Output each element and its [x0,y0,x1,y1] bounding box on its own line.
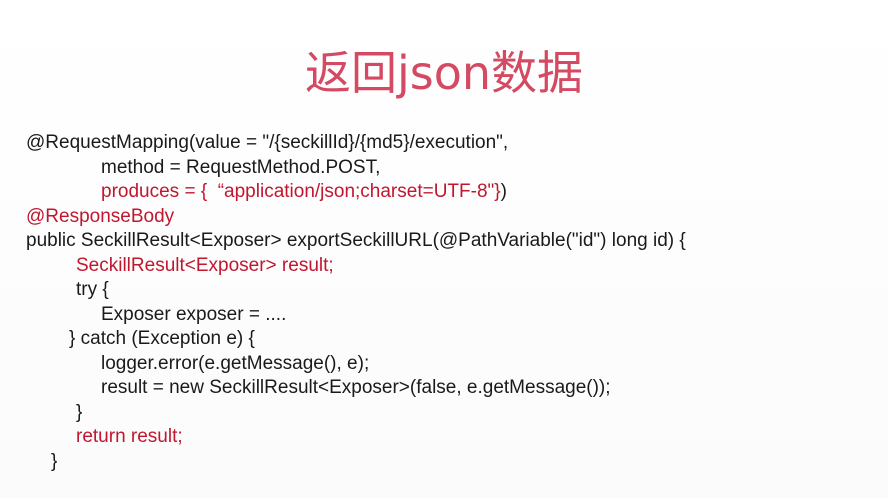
code-line-method-signature: public SeckillResult<Exposer> exportSeck… [26,230,686,251]
code-line-request-mapping: @RequestMapping(value = "/{seckillId}/{m… [26,132,509,153]
code-line-exposer: Exposer exposer = .... [101,303,287,325]
code-line-method-close: } [51,450,58,472]
code-line-response-body: @ResponseBody [26,205,175,227]
code-line-result-assign: result = new SeckillResult<Exposer>(fals… [101,377,611,398]
code-line-catch: } catch (Exception e) { [69,328,255,349]
code-line-produces: produces = { “application/json;charset=U… [26,180,686,205]
code-produces-close: ) [500,181,507,202]
code-line-return: return result; [76,426,183,447]
code-block: @RequestMapping(value = "/{seckillId}/{m… [26,131,686,474]
code-line-try: try { [76,279,109,300]
code-produces-highlight: produces = { “application/json;charset=U… [101,181,501,202]
code-line-catch-close: } [76,401,83,423]
slide-title: 返回json数据 [304,46,584,100]
code-line-result-decl: SeckillResult<Exposer> result; [76,254,334,276]
code-line-logger: logger.error(e.getMessage(), e); [101,352,370,374]
code-line-method: method = RequestMethod.POST, [101,156,381,178]
slide: 返回json数据 @RequestMapping(value = "/{seck… [0,0,888,498]
